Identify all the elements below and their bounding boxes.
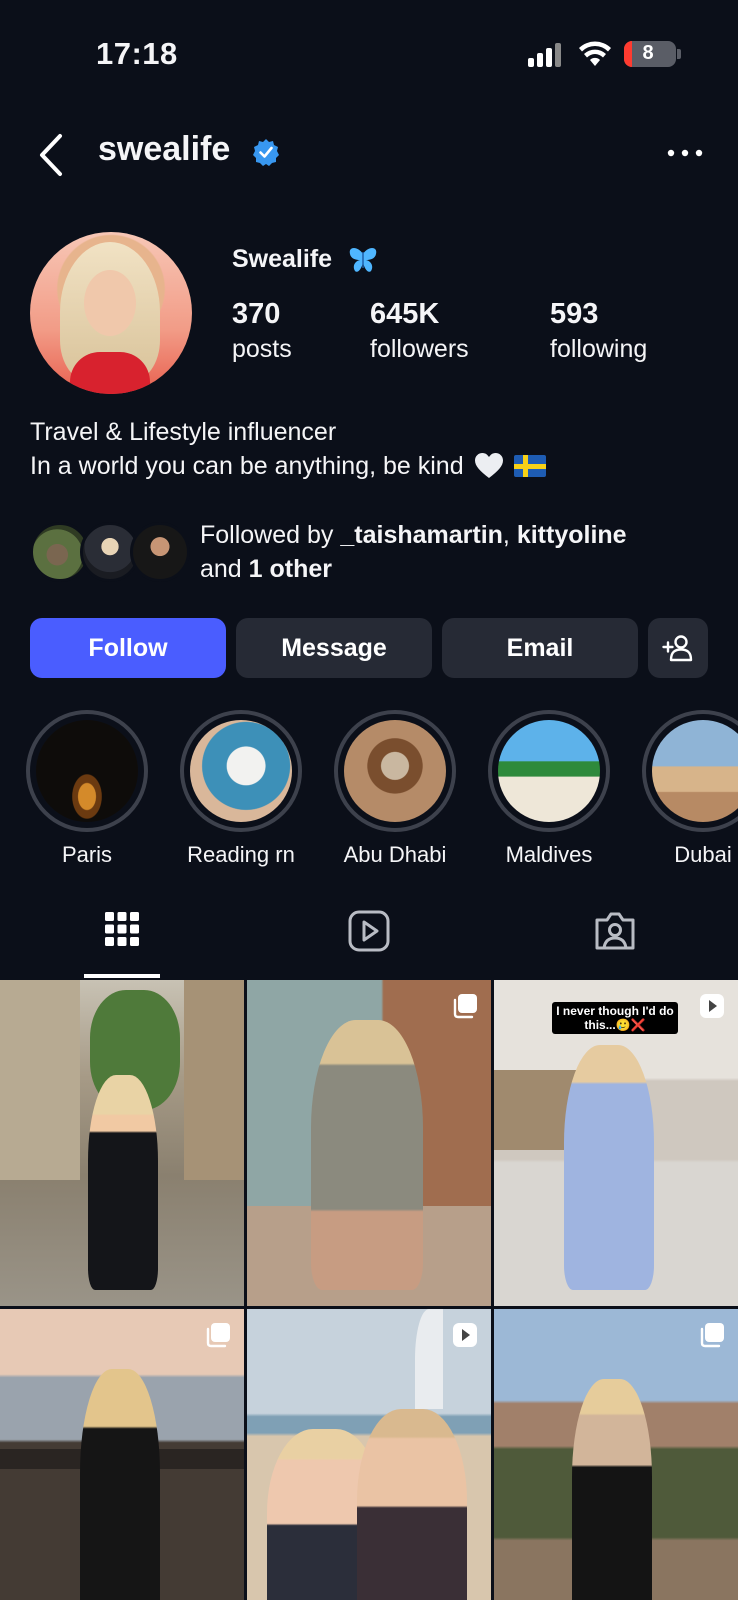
post-thumbnail[interactable] bbox=[0, 1309, 244, 1600]
following-label: following bbox=[550, 335, 648, 363]
carousel-icon bbox=[453, 994, 477, 1019]
display-name: Swealife bbox=[232, 245, 333, 273]
posts-label: posts bbox=[232, 335, 292, 363]
status-time: 17:18 bbox=[96, 36, 178, 71]
sweden-flag-icon bbox=[513, 455, 546, 477]
highlight-label: Paris bbox=[61, 842, 113, 867]
followed-by-prefix: Followed by bbox=[200, 521, 341, 549]
bio: Travel & Lifestyle influencer In a world… bbox=[30, 415, 546, 483]
post-thumbnail[interactable] bbox=[0, 980, 244, 1306]
bio-line-1: Travel & Lifestyle influencer bbox=[30, 418, 337, 446]
post-thumbnail[interactable] bbox=[494, 1309, 738, 1600]
post-thumbnail[interactable] bbox=[247, 1309, 491, 1600]
posts-grid: I never though I'd do this...🥲❌ bbox=[0, 980, 738, 1600]
highlight-maldives[interactable]: Maldives bbox=[488, 710, 610, 868]
add-person-icon bbox=[662, 635, 693, 662]
followers-count: 645K bbox=[370, 298, 440, 330]
butterfly-emoji-icon bbox=[349, 248, 377, 272]
grid-icon bbox=[105, 912, 139, 946]
followers-label: followers bbox=[370, 335, 469, 363]
highlight-abu-dhabi[interactable]: Abu Dhabi bbox=[334, 710, 456, 868]
mutual-user-2: kittyoline bbox=[516, 521, 627, 549]
mutual-user-1: _taishamartin bbox=[340, 521, 503, 549]
highlight-reading[interactable]: Reading rn bbox=[180, 710, 302, 868]
posts-count: 370 bbox=[232, 298, 281, 330]
reel-icon bbox=[700, 994, 724, 1018]
story-highlights: Paris Reading rn Abu Dhabi Maldives Duba… bbox=[0, 710, 738, 870]
tab-tagged[interactable] bbox=[575, 910, 655, 980]
following-stat[interactable]: 593 following bbox=[550, 298, 647, 364]
highlight-label: Abu Dhabi bbox=[343, 842, 447, 867]
highlight-label: Dubai bbox=[674, 842, 732, 867]
tab-posts-grid[interactable] bbox=[82, 910, 162, 980]
battery-level: 8 bbox=[642, 42, 654, 64]
carousel-icon bbox=[700, 1323, 724, 1348]
mutual-follower-avatars[interactable] bbox=[30, 522, 190, 582]
followed-by-and: and bbox=[200, 555, 249, 583]
follow-button[interactable]: Follow bbox=[30, 618, 226, 678]
followed-by-text[interactable]: Followed by _taishamartin, kittyoline an… bbox=[200, 518, 627, 586]
carousel-icon bbox=[206, 1323, 230, 1348]
highlight-paris[interactable]: Paris bbox=[26, 710, 148, 868]
reel-icon bbox=[453, 1323, 477, 1347]
mutual-other-count: 1 other bbox=[248, 555, 333, 583]
avatar bbox=[130, 522, 190, 582]
highlight-label: Maldives bbox=[505, 842, 593, 867]
wifi-icon bbox=[579, 41, 611, 66]
email-button[interactable]: Email bbox=[442, 618, 638, 678]
post-thumbnail[interactable]: I never though I'd do this...🥲❌ bbox=[494, 980, 738, 1306]
back-icon[interactable] bbox=[30, 130, 74, 180]
posts-stat[interactable]: 370 posts bbox=[232, 298, 292, 364]
suggested-users-button[interactable] bbox=[648, 618, 708, 678]
cellular-signal-icon bbox=[528, 43, 562, 67]
tagged-person-icon bbox=[595, 912, 635, 950]
reel-caption: I never though I'd do this...🥲❌ bbox=[552, 1002, 678, 1034]
active-tab-indicator bbox=[84, 974, 160, 978]
status-bar: 17:18 8 bbox=[0, 0, 738, 110]
highlight-label: Reading rn bbox=[187, 842, 295, 867]
profile-avatar[interactable] bbox=[30, 232, 192, 394]
message-button[interactable]: Message bbox=[236, 618, 432, 678]
post-thumbnail[interactable] bbox=[247, 980, 491, 1306]
white-heart-emoji-icon bbox=[474, 453, 503, 478]
more-options-icon[interactable] bbox=[664, 138, 706, 168]
followers-stat[interactable]: 645K followers bbox=[370, 298, 469, 364]
highlight-dubai[interactable]: Dubai bbox=[642, 710, 738, 868]
tab-reels[interactable] bbox=[329, 910, 409, 980]
profile-header: swealife bbox=[0, 120, 738, 190]
reels-play-icon bbox=[348, 910, 390, 952]
followed-by-separator: , bbox=[502, 521, 517, 549]
header-username: swealife bbox=[98, 130, 231, 168]
bio-line-2: In a world you can be anything, be kind bbox=[30, 452, 464, 480]
battery-icon: 8 bbox=[624, 41, 676, 67]
profile-tabs bbox=[0, 890, 738, 980]
following-count: 593 bbox=[550, 298, 599, 330]
verified-badge-icon bbox=[253, 139, 279, 166]
